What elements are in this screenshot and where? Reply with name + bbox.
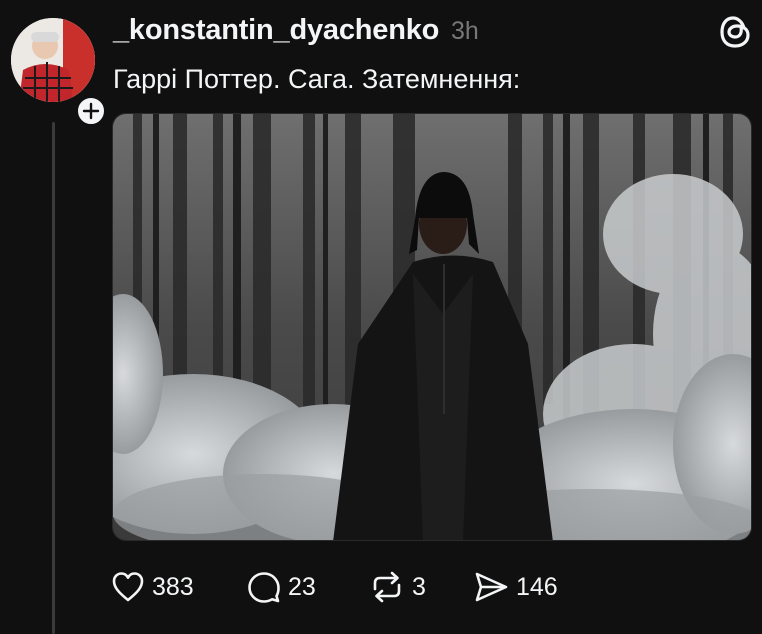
send-icon (475, 572, 508, 602)
like-count: 383 (152, 572, 194, 601)
comment-icon (248, 572, 280, 603)
post-text: Гаррі Поттер. Сага. Затемнення: (113, 64, 521, 94)
thread-line (52, 122, 55, 634)
plus-icon (82, 102, 100, 120)
avatar-container[interactable] (11, 18, 108, 128)
avatar[interactable] (11, 18, 95, 102)
repost-icon (373, 571, 401, 603)
share-count: 146 (516, 572, 558, 601)
reply-count: 23 (288, 572, 316, 601)
like-button[interactable]: 383 (110, 567, 194, 607)
post-image[interactable] (112, 113, 752, 541)
repost-count: 3 (412, 572, 426, 601)
forest-photo (113, 114, 751, 540)
follow-button[interactable] (74, 94, 108, 128)
username[interactable]: _konstantin_dyachenko (113, 14, 439, 47)
threads-icon[interactable] (718, 14, 754, 50)
heart-icon (112, 572, 144, 602)
reply-button[interactable]: 23 (246, 567, 316, 607)
share-button[interactable]: 146 (472, 567, 558, 607)
repost-button[interactable]: 3 (368, 567, 426, 607)
post-time[interactable]: 3h (451, 17, 479, 46)
avatar-image (11, 18, 95, 102)
